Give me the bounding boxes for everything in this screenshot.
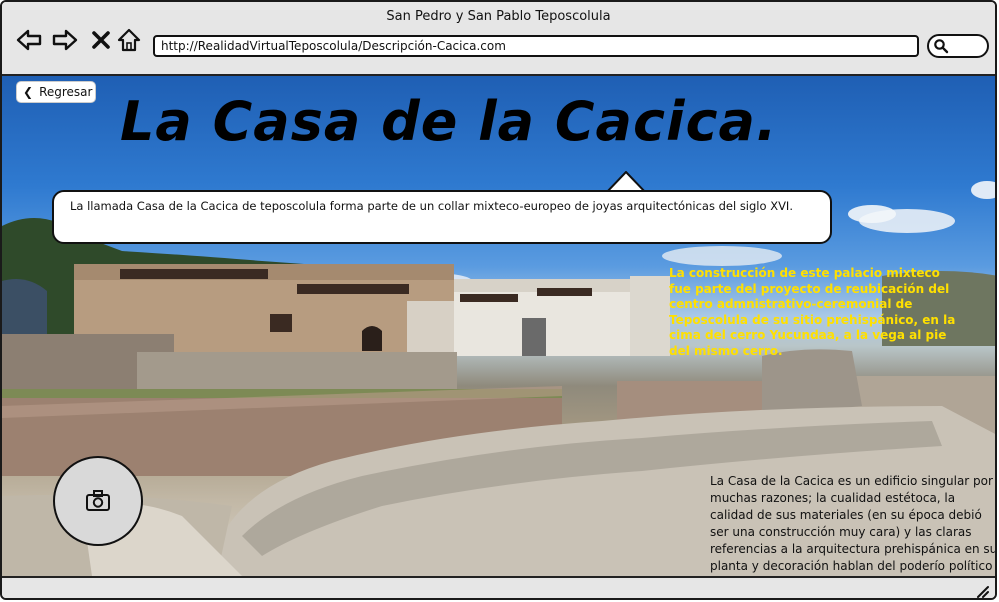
stop-button[interactable] <box>88 26 114 54</box>
address-bar[interactable]: http://RealidadVirtualTeposcolula/Descri… <box>153 35 919 57</box>
building-description: La Casa de la Cacica es un edificio sing… <box>710 474 997 573</box>
close-icon <box>92 31 110 49</box>
forward-nav-button[interactable] <box>52 26 78 54</box>
page-content: ❮ Regresar La Casa de la Cacica. La llam… <box>2 76 997 576</box>
browser-toolbar: San Pedro y San Pablo Teposcolula http:/… <box>2 2 995 76</box>
home-icon <box>117 28 141 52</box>
camera-button[interactable] <box>53 456 143 546</box>
camera-icon <box>86 490 110 511</box>
chevron-left-icon: ❮ <box>23 85 34 99</box>
arrow-left-icon <box>16 29 42 51</box>
page-title: La Casa de la Cacica. <box>120 90 778 153</box>
construction-description: La construcción de este palacio mixteco … <box>669 266 956 358</box>
status-bar <box>2 576 995 598</box>
search-icon <box>934 39 949 54</box>
intro-speech-bubble: La llamada Casa de la Cacica de teposcol… <box>52 190 832 244</box>
search-input[interactable] <box>927 34 989 58</box>
resize-grip-icon[interactable] <box>975 584 989 598</box>
window-title: San Pedro y San Pablo Teposcolula <box>386 9 611 24</box>
arrow-right-icon <box>52 29 78 51</box>
browser-window: San Pedro y San Pablo Teposcolula http:/… <box>0 0 997 600</box>
back-nav-button[interactable] <box>16 26 42 54</box>
home-button[interactable] <box>116 26 142 54</box>
regresar-label: Regresar <box>39 85 93 99</box>
regresar-button[interactable]: ❮ Regresar <box>16 81 96 103</box>
intro-text: La llamada Casa de la Cacica de teposcol… <box>70 199 793 213</box>
